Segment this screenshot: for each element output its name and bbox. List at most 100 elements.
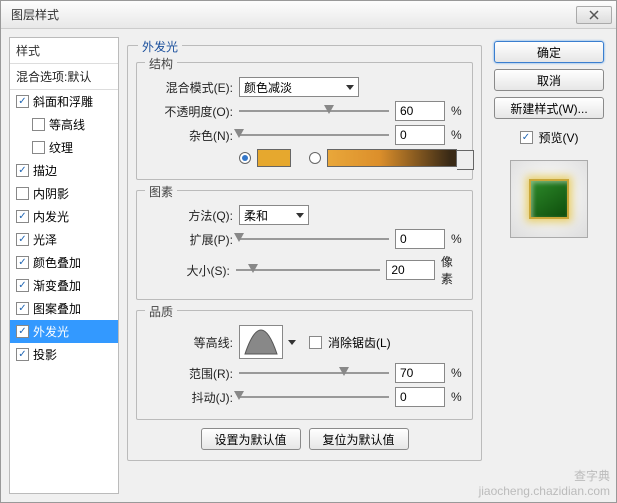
- sidebar-item-label: 描边: [33, 162, 57, 179]
- style-checkbox[interactable]: [16, 325, 29, 338]
- method-label: 方法(Q):: [145, 207, 233, 224]
- sidebar-item-label: 颜色叠加: [33, 254, 81, 271]
- reset-default-button[interactable]: 复位为默认值: [309, 428, 409, 450]
- opacity-slider[interactable]: [239, 102, 389, 120]
- color-solid-radio[interactable]: [239, 152, 251, 164]
- color-swatch[interactable]: [257, 149, 291, 167]
- sidebar-header[interactable]: 样式: [10, 38, 118, 64]
- sidebar-item-label: 纹理: [49, 139, 73, 156]
- close-icon: [589, 10, 599, 20]
- chevron-down-icon: [461, 156, 469, 161]
- preview-gem-icon: [529, 179, 569, 219]
- size-unit: 像素: [441, 253, 464, 287]
- titlebar: 图层样式: [1, 1, 616, 29]
- group-element: 图素 方法(Q): 柔和 扩展(P): 0 %: [136, 190, 473, 300]
- group-structure-title: 结构: [145, 55, 177, 72]
- ok-button[interactable]: 确定: [494, 41, 604, 63]
- opacity-unit: %: [451, 104, 462, 118]
- sidebar-item-label: 光泽: [33, 231, 57, 248]
- group-quality-title: 品质: [145, 303, 177, 320]
- sidebar-item[interactable]: 投影: [10, 343, 118, 366]
- style-checkbox[interactable]: [32, 118, 45, 131]
- noise-unit: %: [451, 128, 462, 142]
- sidebar-item-label: 图案叠加: [33, 300, 81, 317]
- panel-title: 外发光: [138, 38, 182, 55]
- contour-label: 等高线:: [145, 334, 233, 351]
- style-checkbox[interactable]: [16, 210, 29, 223]
- sidebar-item[interactable]: 光泽: [10, 228, 118, 251]
- jitter-unit: %: [451, 390, 462, 404]
- dialog-title: 图层样式: [5, 6, 576, 23]
- sidebar-item-label: 渐变叠加: [33, 277, 81, 294]
- new-style-button[interactable]: 新建样式(W)...: [494, 97, 604, 119]
- style-checkbox[interactable]: [16, 233, 29, 246]
- gradient-swatch[interactable]: [327, 149, 457, 167]
- jitter-input[interactable]: 0: [395, 387, 445, 407]
- cancel-button[interactable]: 取消: [494, 69, 604, 91]
- preview-label: 预览(V): [539, 129, 579, 146]
- range-input[interactable]: 70: [395, 363, 445, 383]
- spread-unit: %: [451, 232, 462, 246]
- chevron-down-icon: [288, 340, 296, 345]
- sidebar-item-label: 投影: [33, 346, 57, 363]
- sidebar-blend-options[interactable]: 混合选项:默认: [10, 64, 118, 90]
- method-select[interactable]: 柔和: [239, 205, 309, 225]
- sidebar-item[interactable]: 外发光: [10, 320, 118, 343]
- layer-style-dialog: 图层样式 样式 混合选项:默认 斜面和浮雕等高线纹理描边内阴影内发光光泽颜色叠加…: [0, 0, 617, 503]
- jitter-slider[interactable]: [239, 388, 389, 406]
- size-label: 大小(S):: [145, 262, 230, 279]
- size-input[interactable]: 20: [386, 260, 435, 280]
- contour-picker[interactable]: [239, 325, 283, 359]
- range-unit: %: [451, 366, 462, 380]
- sidebar-item-label: 斜面和浮雕: [33, 93, 93, 110]
- style-checkbox[interactable]: [16, 95, 29, 108]
- color-gradient-radio[interactable]: [309, 152, 321, 164]
- sidebar-item-label: 外发光: [33, 323, 69, 340]
- style-checkbox[interactable]: [16, 348, 29, 361]
- jitter-label: 抖动(J):: [145, 389, 233, 406]
- contour-curve-icon: [243, 328, 279, 356]
- spread-label: 扩展(P):: [145, 231, 233, 248]
- sidebar-item[interactable]: 内阴影: [10, 182, 118, 205]
- sidebar-item[interactable]: 颜色叠加: [10, 251, 118, 274]
- sidebar-item[interactable]: 等高线: [10, 113, 118, 136]
- noise-input[interactable]: 0: [395, 125, 445, 145]
- style-checkbox[interactable]: [16, 302, 29, 315]
- preview-checkbox[interactable]: [520, 131, 533, 144]
- style-checkbox[interactable]: [16, 187, 29, 200]
- sidebar-item[interactable]: 内发光: [10, 205, 118, 228]
- sidebar-item[interactable]: 描边: [10, 159, 118, 182]
- blend-mode-label: 混合模式(E):: [145, 79, 233, 96]
- noise-slider[interactable]: [239, 126, 389, 144]
- preview-thumbnail: [510, 160, 588, 238]
- blend-mode-value: 颜色减淡: [244, 79, 292, 96]
- sidebar-item-label: 内发光: [33, 208, 69, 225]
- range-slider[interactable]: [239, 364, 389, 382]
- group-quality: 品质 等高线: 消除锯齿(L) 范: [136, 310, 473, 420]
- style-checkbox[interactable]: [16, 279, 29, 292]
- sidebar-item[interactable]: 纹理: [10, 136, 118, 159]
- set-default-button[interactable]: 设置为默认值: [201, 428, 301, 450]
- chevron-down-icon: [296, 213, 304, 218]
- noise-label: 杂色(N):: [145, 127, 233, 144]
- opacity-input[interactable]: 60: [395, 101, 445, 121]
- style-checkbox[interactable]: [32, 141, 45, 154]
- antialias-checkbox[interactable]: [309, 336, 322, 349]
- right-column: 确定 取消 新建样式(W)... 预览(V): [490, 37, 608, 494]
- opacity-label: 不透明度(O):: [145, 103, 233, 120]
- blend-mode-select[interactable]: 颜色减淡: [239, 77, 359, 97]
- sidebar-item[interactable]: 渐变叠加: [10, 274, 118, 297]
- sidebar-item[interactable]: 图案叠加: [10, 297, 118, 320]
- group-element-title: 图素: [145, 183, 177, 200]
- style-checkbox[interactable]: [16, 164, 29, 177]
- style-checkbox[interactable]: [16, 256, 29, 269]
- sidebar-item[interactable]: 斜面和浮雕: [10, 90, 118, 113]
- main-panel: 外发光 结构 混合模式(E): 颜色减淡 不透明度(O): 60: [127, 37, 482, 494]
- spread-input[interactable]: 0: [395, 229, 445, 249]
- size-slider[interactable]: [236, 261, 381, 279]
- method-value: 柔和: [244, 207, 268, 224]
- spread-slider[interactable]: [239, 230, 389, 248]
- close-button[interactable]: [576, 6, 612, 24]
- sidebar-item-label: 等高线: [49, 116, 85, 133]
- chevron-down-icon: [346, 85, 354, 90]
